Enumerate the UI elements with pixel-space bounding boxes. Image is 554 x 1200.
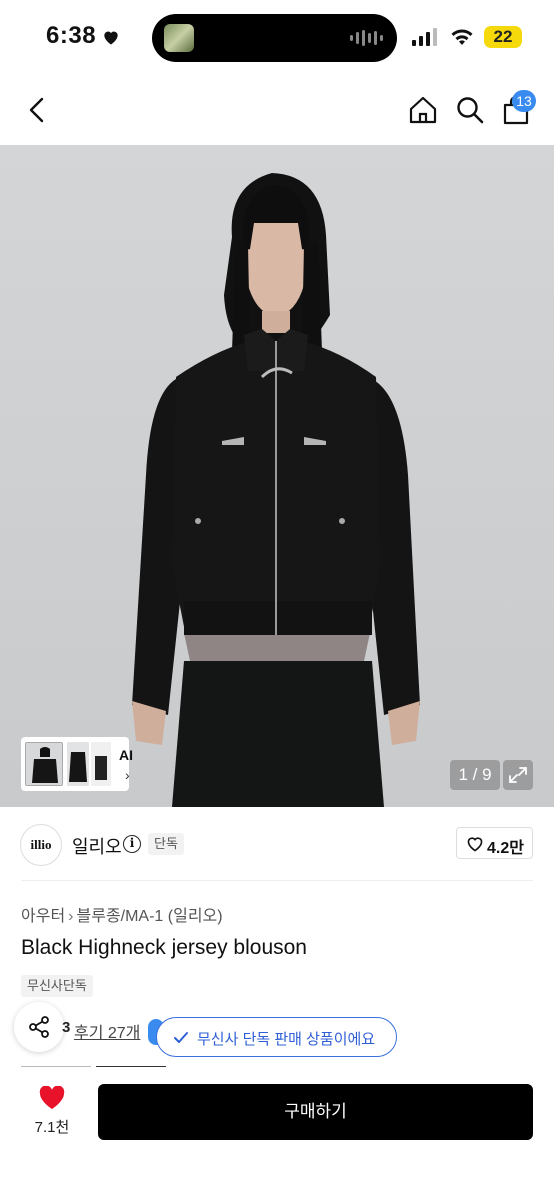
brand-row: illio 일리오 i 단독 4.2만: [0, 807, 554, 881]
heart-outline-icon: [467, 837, 483, 852]
brand-like-button[interactable]: 4.2만: [456, 827, 533, 859]
wishlist-count: 7.1천: [34, 1119, 70, 1136]
breadcrumb-separator-icon: ›: [68, 908, 74, 925]
checkmark-icon: [174, 1032, 188, 1043]
expand-button[interactable]: [503, 760, 533, 790]
divider: [21, 880, 533, 881]
exclusive-toast: 무신사 단독 판매 상품이에요: [156, 1017, 397, 1057]
toast-message: 무신사 단독 판매 상품이에요: [197, 1031, 376, 1048]
musinsa-exclusive-badge: 무신사단독: [21, 975, 93, 997]
heart-status-icon: [104, 31, 118, 45]
search-icon[interactable]: [455, 95, 485, 125]
cart-count-badge: 13: [512, 90, 536, 112]
rating-score: 3: [62, 1019, 71, 1036]
battery-indicator: 22: [484, 26, 522, 48]
top-nav: 13: [0, 76, 554, 144]
buy-button[interactable]: 구매하기: [98, 1084, 533, 1140]
signal-icon: [412, 28, 437, 46]
thumbnail-1[interactable]: [25, 742, 63, 786]
now-playing-thumbnail: [164, 24, 194, 52]
product-title: Black Highneck jersey blouson: [21, 936, 307, 959]
wishlist-button[interactable]: 7.1천: [24, 1086, 80, 1146]
audio-wave-icon: [350, 30, 383, 46]
status-time: 6:38: [46, 22, 97, 49]
product-photo: [0, 145, 554, 807]
status-bar: 6:38 22: [0, 0, 554, 76]
expand-icon: [509, 767, 527, 783]
wifi-icon: [451, 29, 473, 45]
dynamic-island: [152, 14, 397, 62]
breadcrumb: 아우터 › 블루종/MA-1 (일리오): [21, 902, 223, 926]
share-icon: [29, 1016, 49, 1038]
bottom-action-bar: 7.1천 구매하기: [0, 1070, 554, 1200]
breadcrumb-item-blouson[interactable]: 블루종/MA-1 (일리오): [77, 908, 223, 925]
review-link[interactable]: 후기 27개: [74, 1019, 140, 1043]
thumbnail-strip[interactable]: AI ›: [21, 737, 133, 791]
thumbnail-2[interactable]: [67, 742, 89, 786]
chevron-right-icon: ›: [125, 767, 130, 783]
exclusive-tag: 단독: [148, 833, 184, 855]
brand-name[interactable]: 일리오: [72, 833, 122, 859]
home-icon[interactable]: [408, 95, 438, 125]
share-button[interactable]: [14, 1002, 64, 1052]
product-image[interactable]: AI › 1 / 9: [0, 145, 554, 807]
info-icon[interactable]: i: [123, 835, 141, 853]
image-counter: 1 / 9: [450, 760, 500, 790]
heart-filled-icon: [39, 1086, 65, 1109]
ai-label: AI: [119, 747, 133, 763]
brand-like-count: 4.2만: [487, 840, 524, 857]
thumbnail-3[interactable]: [91, 742, 111, 786]
brand-logo[interactable]: illio: [20, 824, 62, 866]
breadcrumb-item-outer[interactable]: 아우터: [21, 908, 65, 925]
back-icon[interactable]: [26, 96, 48, 124]
